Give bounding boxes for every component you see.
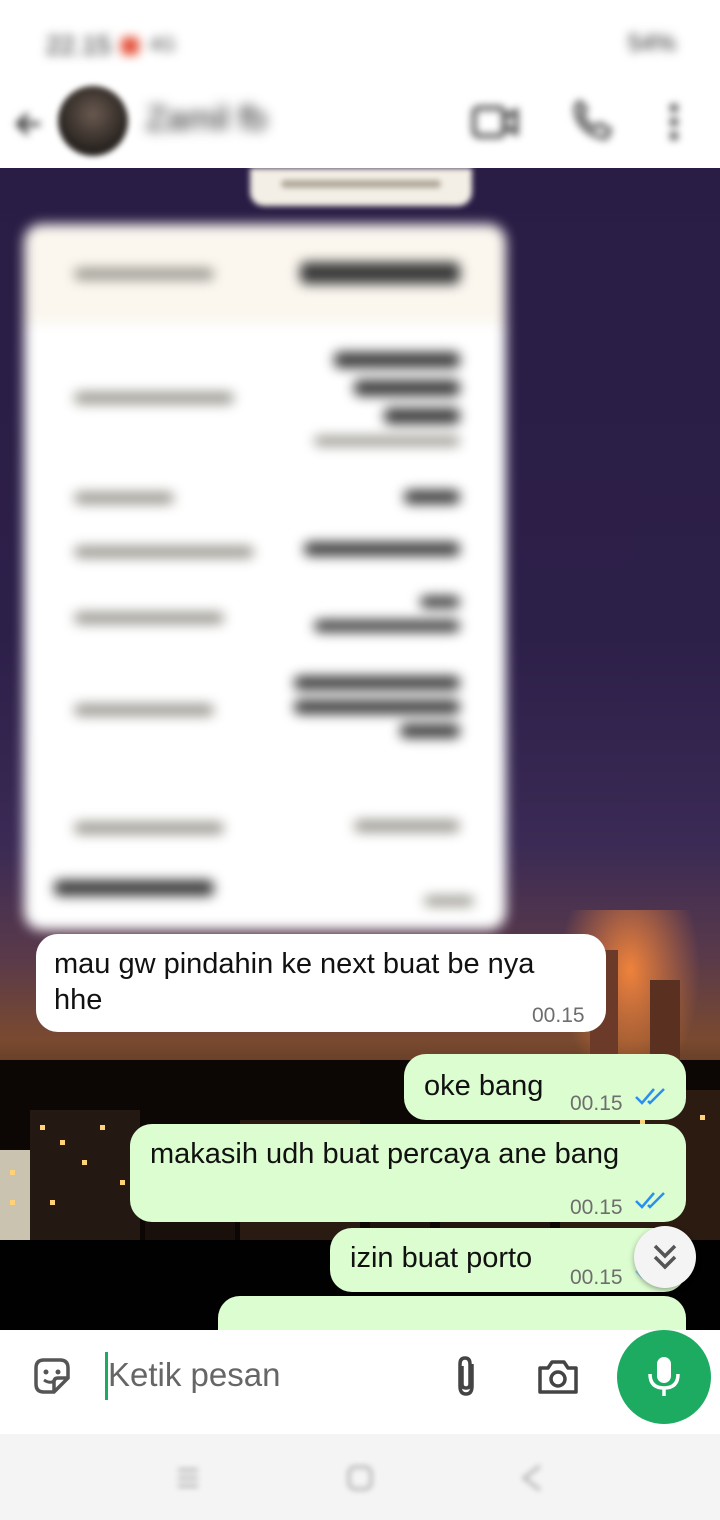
message-text: mau gw pindahin ke next buat be nya hhe [54, 948, 535, 1016]
contact-name[interactable]: Zamil fb [146, 100, 267, 139]
message-text: oke bang [424, 1070, 544, 1102]
avatar[interactable] [58, 86, 128, 156]
double-chevron-down-icon [653, 1244, 677, 1270]
message-time: 00.15 [570, 1196, 623, 1219]
message-input-bar: Ketik pesan [0, 1330, 720, 1434]
outgoing-message-partial[interactable] [218, 1296, 686, 1330]
notification-icon [121, 36, 140, 55]
outgoing-message[interactable]: oke bang 00.15 [404, 1054, 686, 1120]
attach-icon[interactable] [444, 1354, 488, 1398]
outgoing-message[interactable]: makasih udh buat percaya ane bang 00.15 [130, 1124, 686, 1222]
signal-text: 4G [149, 34, 176, 56]
back-arrow-icon[interactable] [14, 104, 44, 144]
status-time: 22.15 [46, 30, 112, 60]
status-left: 22.15 4G [46, 30, 176, 61]
incoming-message[interactable]: mau gw pindahin ke next buat be nya hhe … [36, 934, 606, 1032]
message-time: 00.15 [532, 1004, 585, 1027]
read-ticks-icon [635, 1192, 665, 1209]
message-text: izin buat porto [350, 1242, 533, 1274]
recent-apps-icon[interactable] [172, 1462, 204, 1494]
message-time: 00.15 [570, 1266, 623, 1289]
voice-record-button[interactable] [617, 1330, 711, 1424]
status-bar: 22.15 4G 54% [0, 0, 720, 80]
home-icon[interactable] [344, 1462, 376, 1494]
message-input[interactable]: Ketik pesan [10, 1330, 608, 1422]
date-chip [250, 168, 472, 206]
sticker-icon[interactable] [30, 1354, 74, 1398]
image-message[interactable] [24, 224, 506, 930]
input-placeholder: Ketik pesan [108, 1356, 281, 1393]
scroll-to-bottom-button[interactable] [634, 1226, 696, 1288]
more-vertical-icon[interactable] [654, 100, 694, 144]
camera-icon[interactable] [536, 1354, 580, 1398]
battery-status: 54% [627, 30, 676, 57]
nav-back-icon[interactable] [516, 1462, 548, 1494]
system-nav-bar [0, 1434, 720, 1520]
voice-call-icon[interactable] [566, 100, 616, 144]
message-time: 00.15 [570, 1092, 623, 1115]
video-call-icon[interactable] [470, 100, 520, 144]
chat-header: Zamil fb [0, 80, 720, 168]
chat-area[interactable]: mau gw pindahin ke next buat be nya hhe … [0, 168, 720, 1330]
outgoing-message[interactable]: izin buat porto 00.15 [330, 1228, 686, 1292]
read-ticks-icon [635, 1088, 665, 1105]
message-text: makasih udh buat percaya ane bang [150, 1138, 620, 1170]
mic-icon [648, 1357, 680, 1396]
